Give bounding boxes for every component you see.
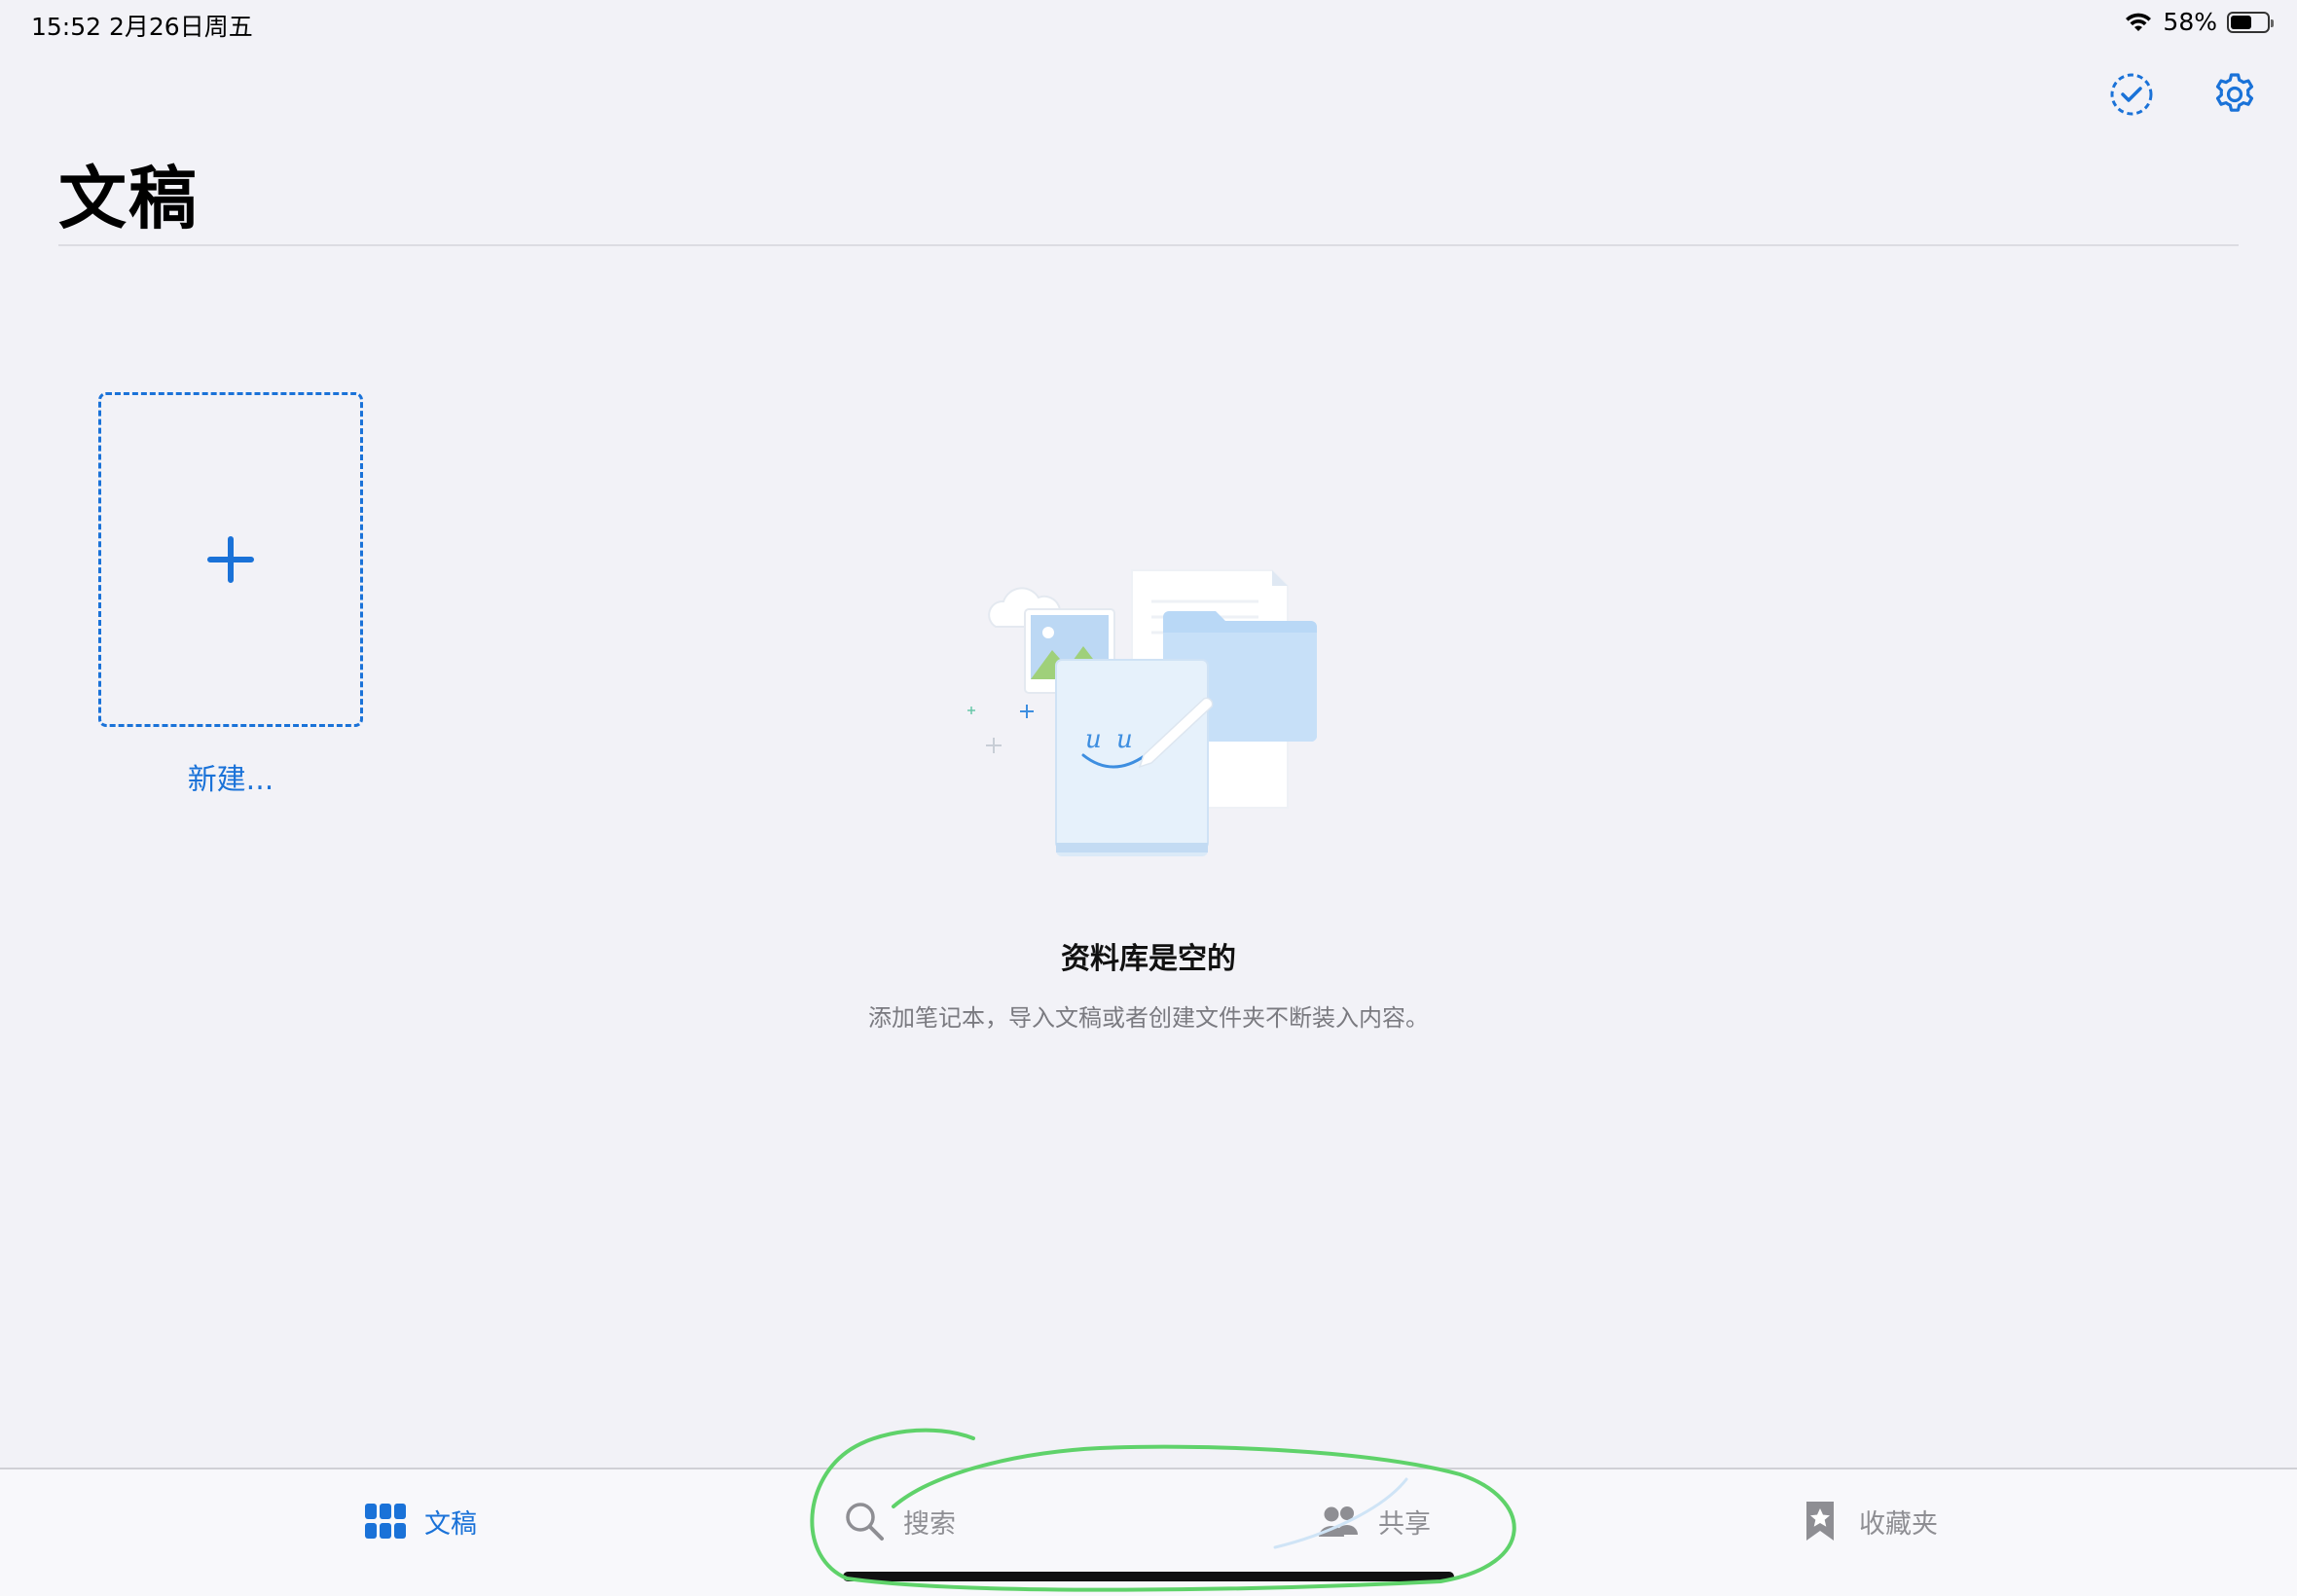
battery-percent: 58% (2163, 8, 2217, 36)
tab-label: 搜索 (903, 1508, 956, 1540)
tab-documents[interactable]: 文稿 (364, 1494, 477, 1548)
empty-library-illustration: u u (967, 569, 1317, 856)
empty-state-title: 资料库是空的 (1061, 942, 1236, 976)
tab-search[interactable]: 搜索 (843, 1494, 956, 1548)
svg-text:u: u (1116, 725, 1133, 754)
plus-icon (207, 536, 254, 583)
new-document-label[interactable]: 新建... (98, 755, 363, 798)
battery-icon (2227, 11, 2274, 33)
people-icon (1319, 1506, 1358, 1537)
svg-text:u: u (1085, 725, 1102, 754)
status-indicators: 58% (2124, 8, 2274, 36)
bookmark-star-icon (1806, 1502, 1834, 1541)
tab-shared[interactable]: 共享 (1318, 1494, 1431, 1548)
home-indicator (843, 1572, 1454, 1581)
select-checkmark-icon[interactable] (2107, 70, 2156, 119)
tab-label: 文稿 (424, 1508, 477, 1540)
status-time-date: 15:52 2月26日周五 (31, 13, 253, 41)
new-document-card[interactable] (98, 392, 363, 727)
empty-state-description: 添加笔记本，导入文稿或者创建文件夹不断装入内容。 (868, 1004, 1429, 1032)
gear-icon[interactable] (2210, 70, 2259, 119)
search-icon (846, 1503, 884, 1541)
tab-label: 收藏夹 (1859, 1508, 1938, 1540)
tab-favorites[interactable]: 收藏夹 (1799, 1494, 1938, 1548)
page-title: 文稿 (58, 159, 199, 238)
grid-icon (365, 1504, 406, 1539)
wifi-icon (2126, 13, 2152, 31)
title-divider (58, 244, 2239, 246)
tab-label: 共享 (1378, 1508, 1431, 1540)
